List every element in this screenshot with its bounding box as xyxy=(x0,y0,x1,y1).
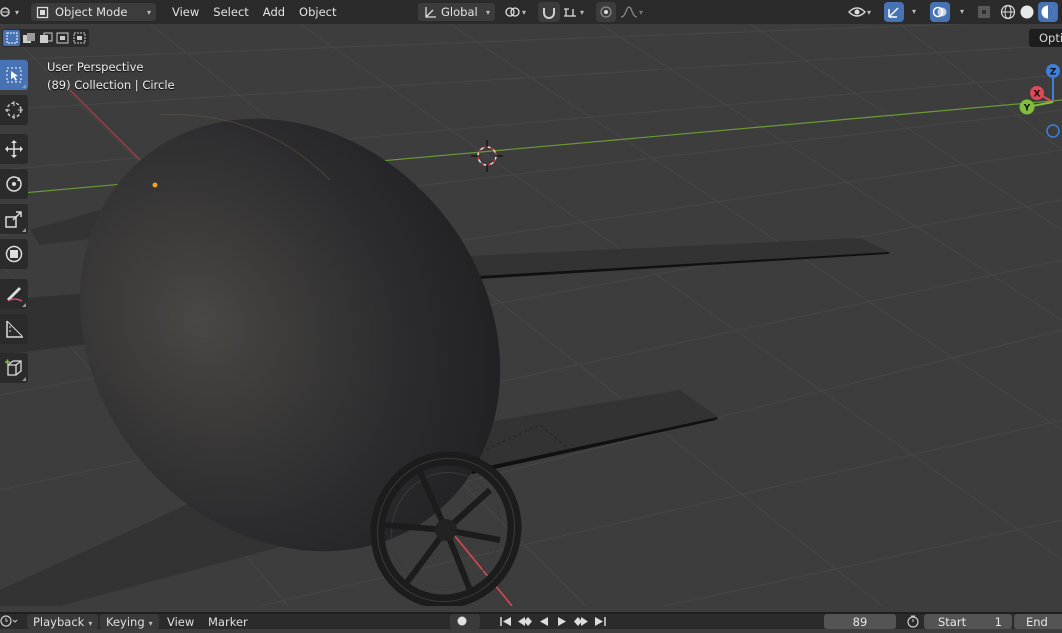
navigation-gizmo[interactable]: Z X Y xyxy=(1010,62,1062,148)
menu-view[interactable]: View xyxy=(165,2,206,22)
object-origin xyxy=(152,182,158,188)
viewport-header: ▾ Object Mode ▾ View Select Add Object G… xyxy=(0,0,1062,24)
select-subtract-button[interactable] xyxy=(37,30,54,46)
tool-move[interactable] xyxy=(0,134,28,164)
snap-target-dropdown[interactable]: ▾ xyxy=(562,2,584,22)
wireframe-shading-icon xyxy=(1000,4,1016,20)
3d-cursor-tool-icon xyxy=(5,101,23,119)
tool-cursor[interactable] xyxy=(0,95,28,125)
transform-icon xyxy=(5,245,23,263)
solid-shading-icon xyxy=(1020,5,1034,19)
falloff-dropdown[interactable]: ▾ xyxy=(620,2,643,22)
select-extend-button[interactable] xyxy=(20,30,37,46)
mode-label: Object Mode xyxy=(55,5,128,19)
collection-info: (89) Collection | Circle xyxy=(47,78,175,92)
scale-icon xyxy=(5,211,22,228)
gizmo-dropdown[interactable]: ▾ xyxy=(912,7,916,16)
orientation-dropdown[interactable]: Global ▾ xyxy=(417,2,496,22)
3d-viewport[interactable]: Z X Y xyxy=(0,24,1062,606)
stopwatch-icon xyxy=(907,615,919,628)
select-intersect-button[interactable] xyxy=(71,30,88,46)
menu-object[interactable]: Object xyxy=(292,2,343,22)
shading-wireframe[interactable] xyxy=(1000,2,1016,22)
mode-dropdown[interactable]: Object Mode ▾ xyxy=(30,2,157,22)
tool-transform[interactable] xyxy=(0,239,28,269)
move-icon xyxy=(5,140,23,158)
gizmo-neg-z-icon[interactable] xyxy=(1046,124,1060,138)
snap-increment-icon xyxy=(564,8,576,17)
select-intersect-icon xyxy=(73,32,85,44)
gizmo-icon xyxy=(888,7,899,18)
material-preview-icon xyxy=(1041,5,1055,19)
rotate-icon xyxy=(6,176,22,192)
add-cube-icon xyxy=(5,359,22,376)
pivot-point-icon xyxy=(505,7,520,17)
timeline-header: Playback ▾ Keying ▾ View Marker 89 Start 1… xyxy=(0,612,1062,629)
pivot-point-button[interactable]: ▾ xyxy=(504,2,526,22)
timeline-clock-icon xyxy=(0,615,18,627)
select-new-button[interactable] xyxy=(3,30,20,46)
jump-start-icon[interactable] xyxy=(498,614,514,627)
tool-measure[interactable] xyxy=(0,314,28,344)
editor-type-button[interactable]: ▾ xyxy=(0,2,22,22)
select-invert-icon xyxy=(56,32,68,44)
overlays-icon xyxy=(932,6,947,18)
proportional-edit-icon xyxy=(600,6,612,18)
tool-shelf xyxy=(0,60,29,388)
menu-select[interactable]: Select xyxy=(206,2,255,22)
svg-text:X: X xyxy=(1034,90,1041,100)
measure-icon xyxy=(6,320,23,338)
record-icon xyxy=(457,616,467,626)
prev-keyframe-icon[interactable] xyxy=(516,614,534,627)
editor-type-icon xyxy=(0,7,10,17)
select-new-icon xyxy=(6,32,17,44)
viewport-scene xyxy=(0,24,1062,606)
falloff-curve-icon xyxy=(620,6,638,18)
selection-mode-group xyxy=(2,29,89,47)
transform-orientation-icon xyxy=(425,7,436,18)
xray-toggle[interactable] xyxy=(977,2,991,22)
options-button[interactable]: Opti xyxy=(1029,29,1062,47)
overlays-dropdown[interactable]: ▾ xyxy=(960,7,964,16)
snap-toggle[interactable] xyxy=(538,2,560,22)
magnet-icon xyxy=(543,8,555,19)
select-subtract-icon xyxy=(39,32,52,43)
select-invert-button[interactable] xyxy=(54,30,71,46)
next-keyframe-icon[interactable] xyxy=(572,614,590,627)
eye-icon xyxy=(848,7,866,17)
svg-text:Y: Y xyxy=(1023,104,1031,114)
orientation-label: Global xyxy=(441,5,478,19)
cursor-select-icon xyxy=(6,67,22,83)
proportional-edit-toggle[interactable] xyxy=(596,2,616,22)
annotate-icon xyxy=(7,287,23,302)
play-icon[interactable] xyxy=(554,614,570,627)
select-extend-icon xyxy=(22,33,35,43)
menu-add[interactable]: Add xyxy=(256,2,292,22)
svg-text:Z: Z xyxy=(1050,68,1057,78)
tool-scale[interactable] xyxy=(0,204,28,234)
object-mode-icon xyxy=(36,6,49,18)
jump-end-icon[interactable] xyxy=(592,614,608,627)
x-axis-line-top xyxy=(69,89,141,161)
tool-annotate[interactable] xyxy=(0,279,28,309)
view-name: User Perspective xyxy=(47,60,144,74)
xray-icon xyxy=(978,6,990,18)
shading-material-preview[interactable] xyxy=(1038,2,1058,22)
tool-select-box[interactable] xyxy=(0,60,28,90)
tool-rotate[interactable] xyxy=(0,169,28,199)
visibility-dropdown[interactable]: ▾ xyxy=(848,2,871,22)
tool-add-cube[interactable] xyxy=(0,353,28,383)
overlays-toggle[interactable] xyxy=(930,2,950,22)
play-reverse-icon[interactable] xyxy=(536,614,552,627)
gizmo-toggle[interactable] xyxy=(884,2,904,22)
shading-solid[interactable] xyxy=(1019,2,1035,22)
